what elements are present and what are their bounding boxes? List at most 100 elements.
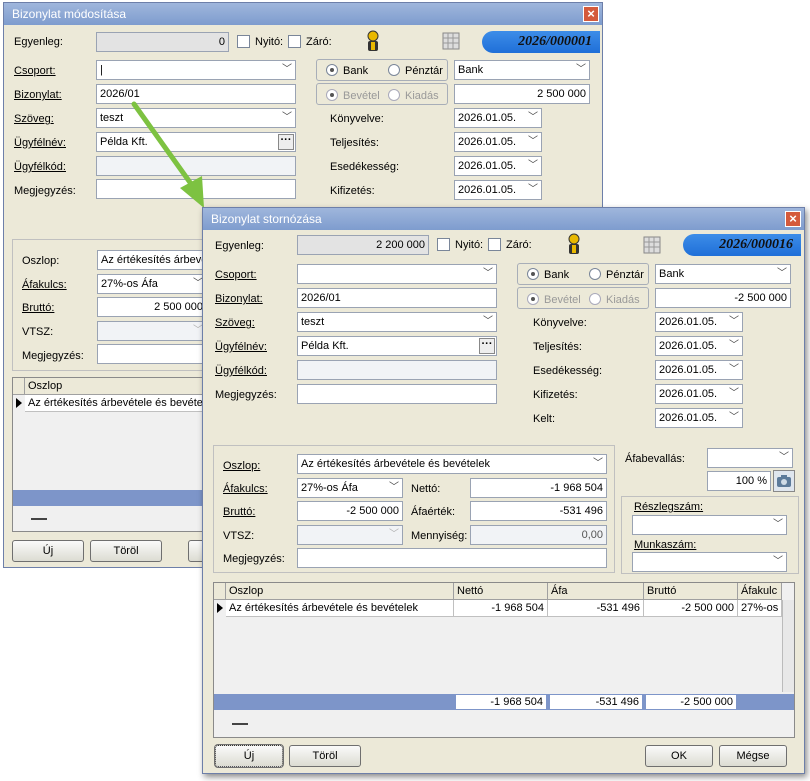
vat-rate-select[interactable]: 27%-os Áfa ﹀ [97,274,207,294]
payment-date[interactable]: 2026.01.05. ﹀ [655,384,743,404]
opening-checkbox[interactable] [437,238,450,251]
browse-button[interactable]: ··· [479,338,495,354]
income-radio[interactable] [326,89,338,101]
closing-checkbox[interactable] [288,35,301,48]
due-date[interactable]: 2026.01.05. ﹀ [454,156,542,176]
document-input[interactable]: 2026/01 [297,288,497,308]
scrollbar-thumb[interactable] [31,518,47,520]
issued-date[interactable]: 2026.01.05. ﹀ [655,408,743,428]
grid-cell-column[interactable]: Az értékesítés árbevétele és bevétel [25,395,213,412]
chevron-down-icon[interactable]: ﹀ [483,313,493,331]
expense-radio[interactable] [388,89,400,101]
title-bar[interactable]: Bizonylat stornózása × [203,208,804,230]
grid-header-brutto[interactable]: Bruttó [644,583,738,600]
chevron-down-icon[interactable]: ﹀ [779,449,789,467]
close-icon[interactable]: × [785,211,801,227]
grid-header-afakulcs[interactable]: Áfakulc [738,583,782,600]
bank-radio[interactable] [326,64,338,76]
grid-cell-oszlop[interactable]: Az értékesítés árbevétele és bevételek [226,600,454,617]
chevron-down-icon[interactable]: ﹀ [773,553,783,571]
ok-button[interactable]: OK [645,745,713,767]
delete-button[interactable]: Töröl [90,540,162,562]
grid-cell-netto[interactable]: -1 968 504 [454,600,548,617]
grid-cell-afa[interactable]: -531 496 [548,600,644,617]
grid-header-oszlop[interactable]: Oszlop [226,583,454,600]
amount-input[interactable]: 2 500 000 [454,84,590,104]
client-name-input[interactable]: Példa Kft. ··· [297,336,497,356]
grid-header-column[interactable]: Oszlop [25,378,213,395]
vat-amount-input[interactable]: -531 496 [470,501,607,521]
scrollbar-thumb[interactable] [232,723,248,725]
chevron-down-icon[interactable]: ﹀ [773,516,783,534]
person-icon[interactable] [364,30,382,54]
due-date[interactable]: 2026.01.05. ﹀ [655,360,743,380]
vtsz-select[interactable]: ﹀ [97,321,207,341]
quantity-input[interactable]: 0,00 [470,525,607,545]
line-note-input[interactable] [297,548,607,568]
income-radio[interactable] [527,293,539,305]
booked-date[interactable]: 2026.01.05. ﹀ [655,312,743,332]
closing-checkbox[interactable] [488,238,501,251]
cancel-button[interactable]: Mégse [719,745,787,767]
booked-date[interactable]: 2026.01.05. ﹀ [454,108,542,128]
department-select[interactable]: ﹀ [632,515,787,535]
chevron-down-icon[interactable]: ﹀ [777,265,787,283]
payment-date[interactable]: 2026.01.05. ﹀ [454,180,542,200]
chevron-down-icon[interactable]: ﹀ [528,109,538,127]
group-select[interactable]: ﹀ [297,264,497,284]
chevron-down-icon[interactable]: ﹀ [528,133,538,151]
chevron-down-icon[interactable]: ﹀ [593,455,603,473]
group-select[interactable]: | ﹀ [96,60,296,80]
amount-input[interactable]: -2 500 000 [655,288,791,308]
chevron-down-icon[interactable]: ﹀ [729,385,739,403]
gross-input[interactable]: -2 500 000 [297,501,403,521]
bank-radio[interactable] [527,268,539,280]
vat-rate-select[interactable]: 27%-os Áfa ﹀ [297,478,403,498]
fulfilment-date[interactable]: 2026.01.05. ﹀ [454,132,542,152]
chevron-down-icon[interactable]: ﹀ [729,361,739,379]
chevron-down-icon[interactable]: ﹀ [729,313,739,331]
fulfilment-date[interactable]: 2026.01.05. ﹀ [655,336,743,356]
vtsz-select[interactable]: ﹀ [297,525,403,545]
chevron-down-icon[interactable]: ﹀ [528,157,538,175]
new-button[interactable]: Új [214,744,284,768]
chevron-down-icon[interactable]: ﹀ [389,479,399,497]
calculator-icon[interactable] [643,236,661,254]
line-note-input[interactable] [97,344,207,364]
delete-button[interactable]: Töröl [289,745,361,767]
chevron-down-icon[interactable]: ﹀ [729,337,739,355]
column-select[interactable]: Az értékesítés árbevé [97,250,207,270]
vat-return-select[interactable]: ﹀ [707,448,793,468]
cash-radio[interactable] [589,268,601,280]
title-bar[interactable]: Bizonylat módosítása × [4,3,602,25]
account-select[interactable]: Bank ﹀ [454,60,590,80]
chevron-down-icon[interactable]: ﹀ [576,61,586,79]
grid-cell-brutto[interactable]: -2 500 000 [644,600,738,617]
gross-input[interactable]: 2 500 000 [97,297,207,317]
new-button[interactable]: Új [12,540,84,562]
grid-header-afa[interactable]: Áfa [548,583,644,600]
column-select[interactable]: Az értékesítés árbevétele és bevételek ﹀ [297,454,607,474]
vertical-scrollbar[interactable] [782,600,794,692]
net-input[interactable]: -1 968 504 [470,478,607,498]
chevron-down-icon[interactable]: ﹀ [528,181,538,199]
opening-checkbox[interactable] [237,35,250,48]
chevron-down-icon[interactable]: ﹀ [389,526,399,544]
chevron-down-icon[interactable]: ﹀ [282,109,292,127]
chevron-down-icon[interactable]: ﹀ [729,409,739,427]
job-number-select[interactable]: ﹀ [632,552,787,572]
account-select[interactable]: Bank ﹀ [655,264,791,284]
person-icon[interactable] [565,233,583,257]
grid-header-netto[interactable]: Nettó [454,583,548,600]
client-code-input[interactable] [297,360,497,380]
percent-input[interactable]: 100 % [707,471,771,491]
calculator-icon[interactable] [442,32,460,50]
text-select[interactable]: teszt ﹀ [297,312,497,332]
chevron-down-icon[interactable]: ﹀ [483,265,493,283]
browse-button[interactable]: ··· [278,134,294,150]
close-icon[interactable]: × [583,6,599,22]
cash-radio[interactable] [388,64,400,76]
grid-cell-afakulcs[interactable]: 27%-os [738,600,782,617]
expense-radio[interactable] [589,293,601,305]
chevron-down-icon[interactable]: ﹀ [282,61,292,79]
